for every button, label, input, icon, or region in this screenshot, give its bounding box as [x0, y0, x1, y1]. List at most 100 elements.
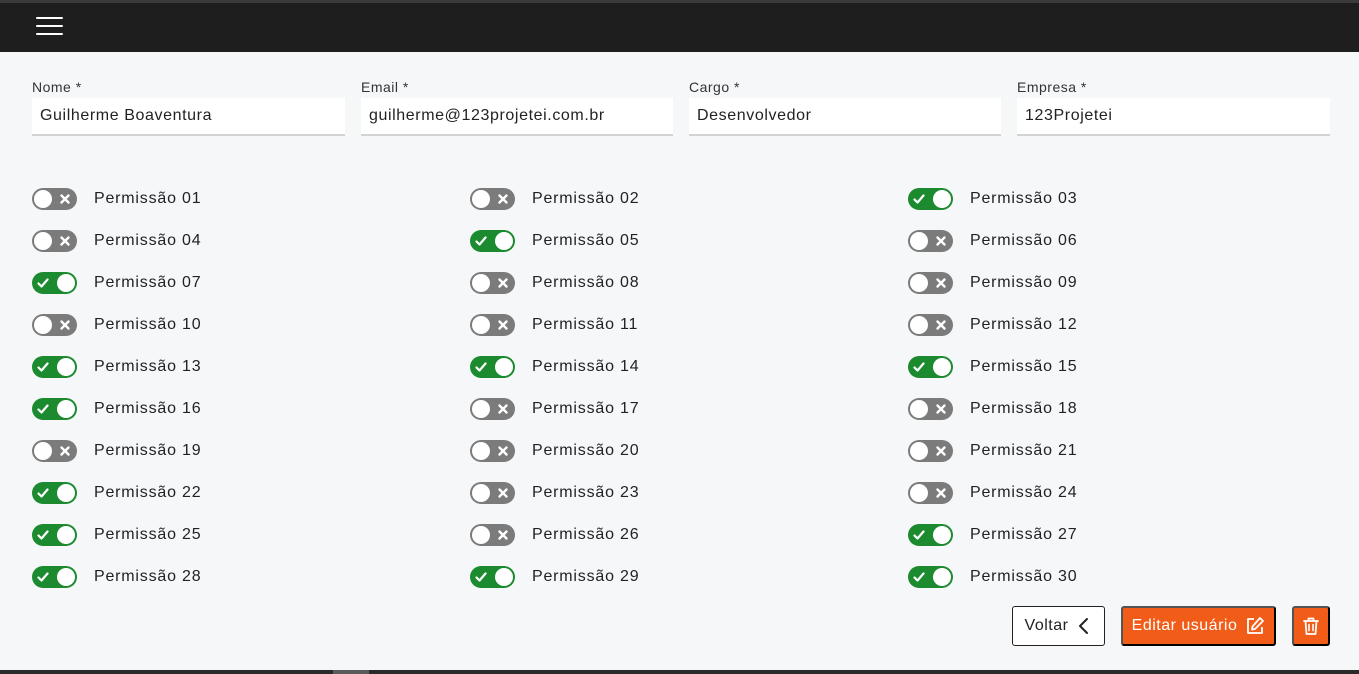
permission-label: Permissão 05 [532, 232, 640, 249]
top-app-bar [0, 0, 1359, 52]
x-icon [498, 488, 508, 498]
toggle-knob [933, 190, 951, 208]
toggle-knob [57, 274, 75, 292]
permission-label: Permissão 12 [970, 316, 1078, 333]
toggle-knob [910, 274, 928, 292]
permission-item: Permissão 14 [470, 355, 639, 379]
permission-item: Permissão 11 [470, 313, 638, 337]
permission-toggle[interactable] [32, 356, 77, 378]
permission-toggle[interactable] [470, 188, 515, 210]
check-icon [913, 194, 925, 204]
toggle-knob [472, 526, 490, 544]
permission-item: Permissão 26 [470, 523, 639, 547]
permission-toggle[interactable] [470, 272, 515, 294]
permission-toggle[interactable] [908, 314, 953, 336]
permission-toggle[interactable] [32, 230, 77, 252]
x-icon [936, 236, 946, 246]
edit-user-button-label: Editar usuário [1131, 617, 1238, 634]
permission-item: Permissão 10 [32, 313, 201, 337]
permission-item: Permissão 23 [470, 481, 639, 505]
permission-toggle[interactable] [470, 440, 515, 462]
delete-user-button[interactable] [1292, 606, 1330, 646]
nome-input[interactable] [32, 98, 345, 136]
permission-toggle[interactable] [470, 524, 515, 546]
toggle-knob [34, 442, 52, 460]
permission-toggle[interactable] [908, 482, 953, 504]
toggle-knob [472, 316, 490, 334]
permission-label: Permissão 03 [970, 190, 1078, 207]
permission-toggle[interactable] [470, 356, 515, 378]
permission-label: Permissão 13 [94, 358, 202, 375]
permission-item: Permissão 21 [908, 439, 1077, 463]
permission-label: Permissão 24 [970, 484, 1078, 501]
permission-toggle[interactable] [908, 356, 953, 378]
permission-toggle[interactable] [470, 230, 515, 252]
cargo-input[interactable] [689, 98, 1001, 136]
back-button[interactable]: Voltar [1012, 606, 1105, 646]
edit-icon [1247, 617, 1265, 634]
field-nome: Nome * [32, 78, 345, 136]
email-input[interactable] [361, 98, 673, 136]
permission-toggle[interactable] [908, 230, 953, 252]
empresa-input[interactable] [1017, 98, 1330, 136]
horizontal-scrollbar[interactable] [333, 670, 369, 674]
permission-toggle[interactable] [908, 188, 953, 210]
permission-toggle[interactable] [470, 398, 515, 420]
check-icon [475, 362, 487, 372]
field-empresa: Empresa * [1017, 78, 1330, 136]
permission-label: Permissão 01 [94, 190, 202, 207]
permission-toggle[interactable] [908, 566, 953, 588]
permission-item: Permissão 01 [32, 187, 201, 211]
toggle-knob [472, 400, 490, 418]
permission-toggle[interactable] [32, 188, 77, 210]
permission-label: Permissão 08 [532, 274, 640, 291]
permission-toggle[interactable] [470, 314, 515, 336]
permission-toggle[interactable] [32, 566, 77, 588]
edit-user-button[interactable]: Editar usuário [1121, 606, 1276, 646]
permission-item: Permissão 18 [908, 397, 1077, 421]
permission-item: Permissão 30 [908, 565, 1077, 589]
permission-toggle[interactable] [32, 314, 77, 336]
permission-toggle[interactable] [32, 272, 77, 294]
check-icon [37, 404, 49, 414]
permission-toggle[interactable] [908, 398, 953, 420]
check-icon [913, 362, 925, 372]
x-icon [936, 446, 946, 456]
x-icon [498, 404, 508, 414]
toggle-knob [910, 484, 928, 502]
check-icon [37, 488, 49, 498]
permission-label: Permissão 25 [94, 526, 202, 543]
permission-toggle[interactable] [908, 440, 953, 462]
permission-label: Permissão 14 [532, 358, 640, 375]
permission-item: Permissão 22 [32, 481, 201, 505]
permission-toggle[interactable] [470, 482, 515, 504]
permission-item: Permissão 16 [32, 397, 201, 421]
permission-toggle[interactable] [32, 440, 77, 462]
permission-label: Permissão 06 [970, 232, 1078, 249]
hamburger-menu-icon[interactable] [36, 17, 64, 37]
chevron-left-icon [1079, 618, 1089, 634]
toggle-knob [472, 274, 490, 292]
permission-item: Permissão 15 [908, 355, 1077, 379]
permission-label: Permissão 29 [532, 568, 640, 585]
x-icon [60, 236, 70, 246]
permission-item: Permissão 02 [470, 187, 639, 211]
permission-toggle[interactable] [470, 566, 515, 588]
permission-label: Permissão 22 [94, 484, 202, 501]
field-cargo: Cargo * [689, 78, 1001, 136]
trash-icon [1303, 617, 1319, 635]
check-icon [475, 236, 487, 246]
permission-toggle[interactable] [908, 524, 953, 546]
permission-toggle[interactable] [908, 272, 953, 294]
toggle-knob [57, 358, 75, 376]
toggle-knob [57, 484, 75, 502]
permission-toggle[interactable] [32, 482, 77, 504]
permission-toggle[interactable] [32, 398, 77, 420]
permission-item: Permissão 19 [32, 439, 201, 463]
permission-toggle[interactable] [32, 524, 77, 546]
check-icon [475, 572, 487, 582]
toggle-knob [57, 526, 75, 544]
permission-item: Permissão 25 [32, 523, 201, 547]
permission-item: Permissão 09 [908, 271, 1077, 295]
permission-item: Permissão 06 [908, 229, 1077, 253]
